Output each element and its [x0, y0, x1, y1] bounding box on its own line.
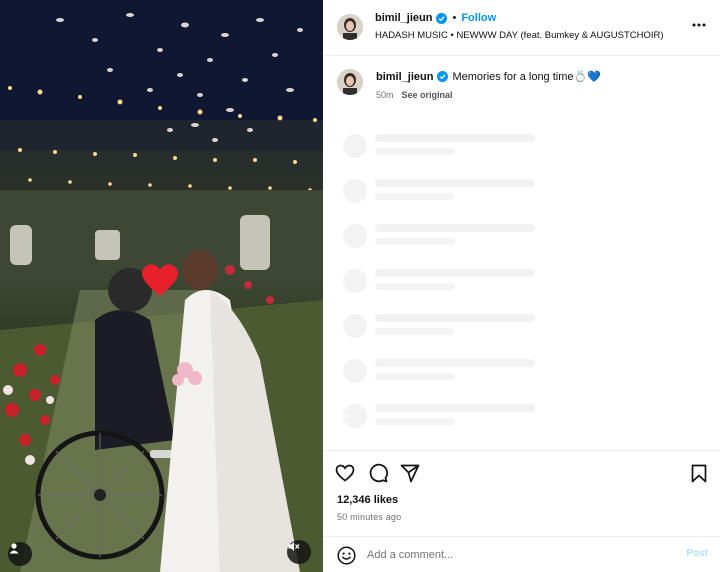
- ring-emoji: 💍: [573, 71, 588, 83]
- author-avatar[interactable]: [337, 14, 363, 40]
- skeleton-line: [375, 359, 535, 367]
- caption-body: Memories for a long time: [452, 71, 574, 83]
- skeleton-avatar: [343, 179, 367, 203]
- post-media-video[interactable]: [0, 0, 323, 572]
- skeleton-line: [375, 418, 455, 425]
- skeleton-avatar: [343, 314, 367, 338]
- caption-author-avatar[interactable]: [337, 69, 363, 95]
- see-original-link[interactable]: See original: [402, 90, 453, 100]
- skeleton-avatar: [343, 404, 367, 428]
- post-side-panel: bimil_jieun • Follow HADASH MUSIC • NEWW…: [323, 0, 720, 572]
- skeleton-line: [375, 193, 455, 200]
- more-horizontal-icon[interactable]: [690, 16, 708, 34]
- user-tag-icon[interactable]: [8, 542, 32, 566]
- audio-track-link[interactable]: HADASH MUSIC • NEWWW DAY (feat. Bumkey &…: [375, 30, 664, 41]
- comment-bubble-icon[interactable]: [366, 461, 390, 485]
- skeleton-line: [375, 404, 535, 412]
- skeleton-avatar: [343, 269, 367, 293]
- skeleton-avatar: [343, 359, 367, 383]
- skeleton-line: [375, 179, 535, 187]
- post-header: bimil_jieun • Follow HADASH MUSIC • NEWW…: [323, 0, 720, 56]
- heart-outline-icon[interactable]: [333, 461, 357, 485]
- follow-button[interactable]: Follow: [461, 12, 496, 24]
- skeleton-avatar: [343, 224, 367, 248]
- skeleton-line: [375, 134, 535, 142]
- skeleton-line: [375, 269, 535, 277]
- skeleton-line: [375, 373, 455, 380]
- caption-text: Memories for a long time💍💙: [452, 70, 600, 83]
- caption-meta: 50m See original: [376, 90, 453, 100]
- blue-heart-emoji: 💙: [587, 71, 601, 83]
- caption-age: 50m: [376, 90, 394, 100]
- verified-badge-icon: [436, 12, 448, 24]
- skeleton-line: [375, 148, 455, 155]
- post-actions-bar: [323, 450, 720, 494]
- skeleton-avatar: [343, 134, 367, 158]
- separator-dot: •: [452, 12, 457, 24]
- wedding-photo: [0, 0, 323, 572]
- verified-badge-icon: [437, 71, 449, 82]
- bookmark-icon[interactable]: [687, 461, 711, 485]
- skeleton-line: [375, 238, 455, 245]
- caption-author-username[interactable]: bimil_jieun: [376, 71, 433, 83]
- post-comment-button[interactable]: Post: [686, 548, 708, 559]
- skeleton-line: [375, 224, 535, 232]
- post-timestamp[interactable]: 50 minutes ago: [337, 512, 401, 522]
- skeleton-line: [375, 328, 455, 335]
- skeleton-line: [375, 283, 455, 290]
- speaker-muted-icon[interactable]: [287, 540, 311, 564]
- paper-plane-icon[interactable]: [398, 461, 422, 485]
- author-username[interactable]: bimil_jieun: [375, 12, 432, 24]
- comment-composer: Post: [323, 536, 720, 572]
- skeleton-line: [375, 314, 535, 322]
- likes-count[interactable]: 12,346 likes: [337, 494, 398, 506]
- smiley-icon[interactable]: [335, 544, 357, 566]
- comment-input[interactable]: [367, 545, 667, 565]
